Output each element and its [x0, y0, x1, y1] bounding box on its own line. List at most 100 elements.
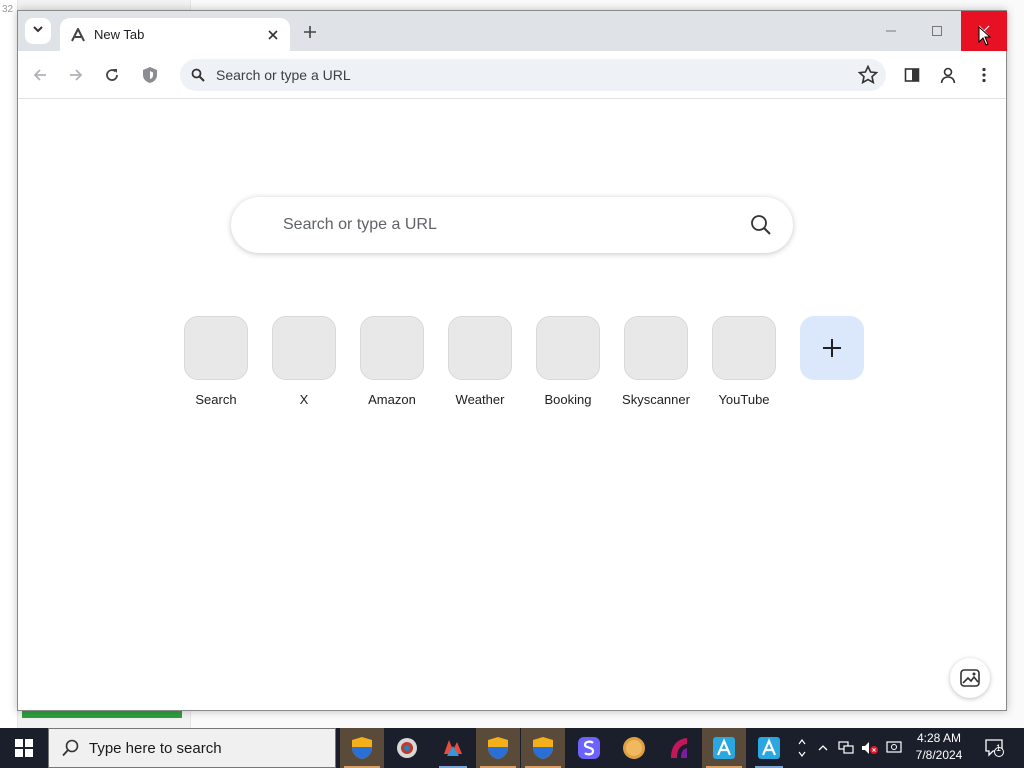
new-tab-button[interactable] — [298, 20, 322, 44]
taskbar-app-s[interactable] — [567, 728, 611, 768]
kebab-menu-icon — [982, 67, 986, 83]
tab-new-tab[interactable]: New Tab — [60, 18, 290, 51]
reload-button[interactable] — [98, 61, 126, 89]
search-icon[interactable] — [747, 211, 775, 239]
shortcut-label: X — [299, 392, 309, 407]
shortcut-tile[interactable]: YouTube — [700, 316, 788, 426]
shortcut-icon — [536, 316, 600, 380]
shortcut-tile[interactable]: Weather — [436, 316, 524, 426]
taskbar: Type here to search 4:28 AM 7/8/2024 1 — [0, 728, 1024, 768]
volume-tray-icon[interactable] — [860, 728, 880, 768]
windows-logo-icon — [15, 739, 33, 757]
search-icon — [61, 738, 81, 758]
app-icon — [623, 737, 645, 759]
person-icon — [940, 67, 956, 84]
taskbar-app-arc[interactable] — [657, 728, 701, 768]
maximize-button[interactable] — [914, 11, 960, 51]
search-icon — [190, 67, 206, 83]
shield-extension-button[interactable] — [136, 61, 164, 89]
shortcut-label: Booking — [544, 392, 592, 407]
chevron-up-icon — [818, 745, 828, 751]
taskbar-app-inkscape[interactable] — [385, 728, 429, 768]
clock-time: 4:28 AM — [916, 731, 962, 745]
tab-title: New Tab — [94, 27, 145, 42]
display-icon — [886, 741, 902, 753]
profile-button[interactable] — [934, 61, 962, 89]
taskbar-app-shield-2[interactable] — [476, 728, 520, 768]
title-bar: New Tab — [18, 11, 1007, 51]
shortcut-icon — [184, 316, 248, 380]
network-icon — [838, 741, 854, 754]
add-shortcut-button[interactable] — [788, 316, 876, 426]
shortcut-tile[interactable]: X — [260, 316, 348, 426]
uac-shield-icon — [488, 737, 508, 759]
app-icon — [444, 740, 462, 756]
taskbar-app-visual-studio[interactable] — [431, 728, 475, 768]
tab-search-button[interactable] — [25, 18, 51, 44]
minimize-button[interactable] — [868, 11, 914, 51]
chevron-up-icon — [798, 739, 806, 745]
taskbar-scroll[interactable] — [794, 728, 810, 768]
add-shortcut-tile — [800, 316, 864, 380]
ntp-search-box[interactable]: Search or type a URL — [231, 197, 793, 253]
side-panel-button[interactable] — [898, 61, 926, 89]
menu-button[interactable] — [970, 61, 998, 89]
notification-center-button[interactable]: 1 — [980, 728, 1008, 768]
taskbar-app-circle[interactable] — [612, 728, 656, 768]
taskbar-search-box[interactable]: Type here to search — [48, 728, 336, 768]
shortcut-icon — [360, 316, 424, 380]
taskbar-search-placeholder: Type here to search — [89, 739, 222, 757]
customize-chrome-button[interactable] — [950, 658, 990, 698]
taskbar-clock[interactable]: 4:28 AM 7/8/2024 — [908, 730, 970, 766]
browser-logo-icon — [70, 27, 86, 43]
display-tray-icon[interactable] — [884, 728, 904, 768]
notification-count: 1 — [996, 743, 1002, 753]
mouse-cursor-icon — [978, 26, 992, 46]
plus-icon — [304, 26, 316, 38]
shortcut-tiles: Search X Amazon Weather Booking Skyscann… — [172, 316, 872, 426]
back-button[interactable] — [26, 61, 54, 89]
reload-icon — [106, 69, 118, 81]
shield-icon — [143, 67, 157, 83]
show-hidden-icons-button[interactable] — [814, 728, 832, 768]
shortcut-tile[interactable]: Amazon — [348, 316, 436, 426]
shortcut-label: Skyscanner — [622, 392, 690, 407]
minimize-icon — [886, 30, 896, 32]
maximize-icon — [932, 26, 942, 36]
clock-date: 7/8/2024 — [915, 748, 963, 762]
background-window-text: 32 — [2, 4, 14, 15]
shortcut-tile[interactable]: Skyscanner — [612, 316, 700, 426]
address-bar-placeholder: Search or type a URL — [216, 67, 351, 83]
shortcut-label: Search — [195, 392, 237, 407]
network-tray-icon[interactable] — [836, 728, 856, 768]
address-bar[interactable]: Search or type a URL — [180, 59, 886, 91]
toolbar: Search or type a URL — [18, 51, 1006, 99]
star-icon — [858, 65, 878, 85]
forward-button[interactable] — [62, 61, 90, 89]
uac-shield-icon — [533, 737, 553, 759]
side-panel-icon — [904, 68, 920, 82]
shortcut-label: Weather — [455, 392, 505, 407]
taskbar-app-shield[interactable] — [340, 728, 384, 768]
arrow-left-icon — [33, 69, 46, 81]
shortcut-icon — [448, 316, 512, 380]
bookmark-star-button[interactable] — [854, 61, 882, 89]
shortcut-tile[interactable]: Booking — [524, 316, 612, 426]
shortcut-icon — [712, 316, 776, 380]
taskbar-app-a-2[interactable] — [747, 728, 791, 768]
close-icon — [268, 29, 278, 40]
image-edit-icon — [960, 669, 980, 687]
taskbar-app-a[interactable] — [702, 728, 746, 768]
ntp-search-placeholder: Search or type a URL — [283, 216, 437, 233]
start-button[interactable] — [0, 728, 48, 768]
shortcut-tile[interactable]: Search — [172, 316, 260, 426]
background-window-edge — [0, 0, 18, 728]
volume-muted-icon — [862, 742, 878, 754]
arrow-right-icon — [70, 69, 83, 81]
app-icon — [758, 737, 780, 759]
app-icon — [713, 737, 735, 759]
taskbar-app-shield-3[interactable] — [521, 728, 565, 768]
app-icon — [671, 738, 687, 758]
tab-close-button[interactable] — [262, 24, 284, 46]
new-tab-page: Search or type a URL Search X Amazon Wea… — [18, 100, 1006, 710]
